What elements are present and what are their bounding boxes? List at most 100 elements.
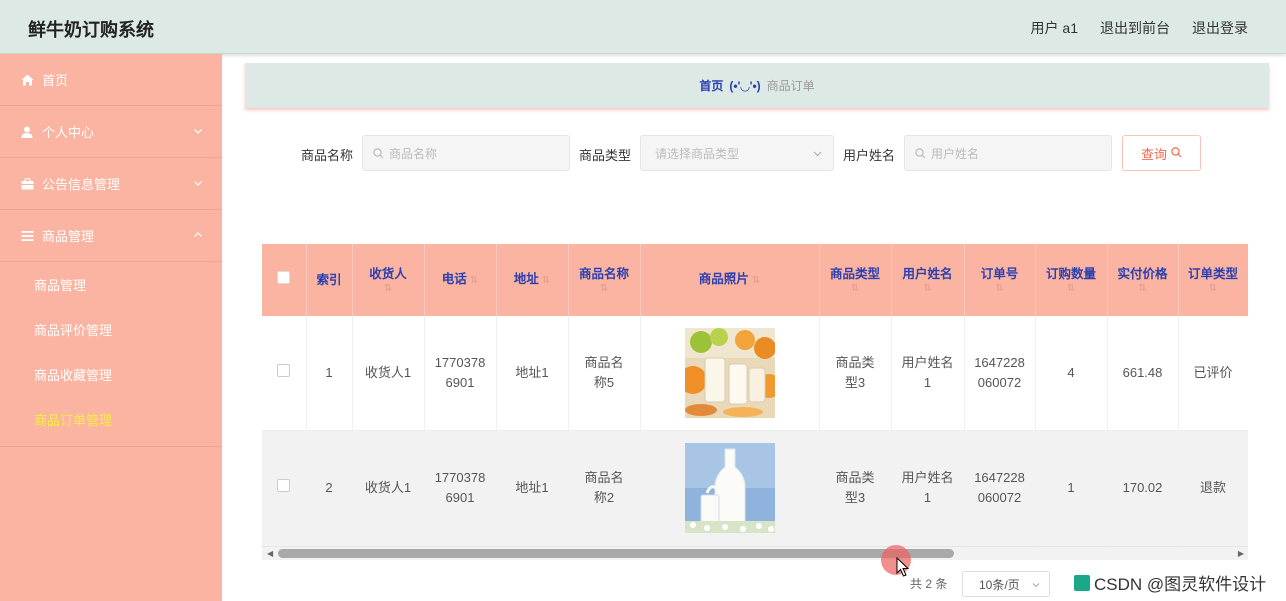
sidebar-item-label: 个人中心: [42, 125, 95, 140]
sort-icon[interactable]: ⇅: [470, 275, 478, 286]
cell-address: 地址1: [496, 430, 569, 546]
chevron-down-icon: [1031, 579, 1041, 593]
column-header-order-no[interactable]: 订单号 ⇅: [964, 244, 1036, 316]
mouse-cursor-icon: [896, 557, 910, 577]
sort-icon[interactable]: ⇅: [965, 283, 1035, 295]
cell-user-name: 用户姓名1: [891, 316, 965, 431]
sort-icon[interactable]: ⇅: [542, 275, 550, 286]
logout-link[interactable]: 退出登录: [1192, 18, 1248, 38]
row-checkbox[interactable]: [277, 363, 291, 377]
cell-address: 地址1: [496, 316, 569, 431]
column-header-product-type[interactable]: 商品类型 ⇅: [819, 244, 892, 316]
row-checkbox[interactable]: [277, 479, 291, 493]
breadcrumb: 首页 (•'◡'•) 商品订单: [245, 63, 1269, 108]
sidebar-subitem-product-manage[interactable]: 商品管理: [0, 262, 222, 307]
select-all-cell[interactable]: [262, 244, 307, 316]
column-header-quantity[interactable]: 订购数量 ⇅: [1035, 244, 1108, 316]
sort-icon[interactable]: ⇅: [1036, 283, 1107, 295]
sidebar-divider: [0, 446, 222, 447]
scroll-left-arrow-icon[interactable]: ◀: [267, 549, 273, 558]
watermark-text: CSDN @图灵软件设计: [1094, 575, 1267, 594]
query-button[interactable]: 查询: [1122, 135, 1201, 171]
cell-phone: 17703786901: [424, 430, 497, 546]
sidebar-item-home[interactable]: 首页: [0, 54, 222, 106]
scrollbar-thumb[interactable]: [278, 549, 954, 558]
sidebar-item-announcements[interactable]: 公告信息管理: [0, 158, 222, 210]
sidebar-subitem-product-orders[interactable]: 商品订单管理: [0, 397, 222, 442]
chevron-down-icon: [812, 148, 823, 162]
chevron-up-icon: [192, 229, 204, 241]
sort-icon[interactable]: ⇅: [892, 283, 964, 295]
column-header-user-name[interactable]: 用户姓名 ⇅: [891, 244, 965, 316]
column-header-receiver[interactable]: 收货人 ⇅: [352, 244, 425, 316]
cell-order-status: 退款: [1178, 430, 1248, 546]
user-name-input[interactable]: 用户姓名: [904, 135, 1112, 171]
sort-icon[interactable]: ⇅: [1108, 283, 1178, 295]
product-name-label: 商品名称: [301, 148, 354, 163]
sort-icon[interactable]: ⇅: [1179, 283, 1248, 295]
cell-product-name: 商品名称5: [568, 316, 641, 431]
scroll-right-arrow-icon[interactable]: ▶: [1238, 549, 1244, 558]
sort-icon[interactable]: ⇅: [569, 283, 640, 295]
column-header-price[interactable]: 实付价格 ⇅: [1107, 244, 1179, 316]
cell-price: 661.48: [1107, 316, 1179, 431]
cell-receiver: 收货人1: [352, 316, 425, 431]
column-header-order-status[interactable]: 订单类型 ⇅: [1178, 244, 1248, 316]
current-user: 用户 a1: [1030, 20, 1078, 36]
column-header-address[interactable]: 地址 ⇅: [496, 244, 569, 316]
sidebar: 首页 个人中心 公告信息管理 商品管理 商品管理 商品评价管理 商品收藏管理 商…: [0, 54, 222, 601]
sort-icon[interactable]: ⇅: [752, 275, 760, 286]
user-name-placeholder: 用户姓名: [931, 146, 980, 161]
product-type-label: 商品类型: [579, 148, 632, 163]
cell-product-photo: [640, 316, 820, 431]
sort-icon[interactable]: ⇅: [353, 283, 424, 295]
query-button-label: 查询: [1140, 146, 1167, 162]
sidebar-subitem-product-reviews[interactable]: 商品评价管理: [0, 307, 222, 352]
watermark: CSDN @图灵软件设计: [1070, 568, 1271, 597]
sidebar-subitem-product-favorites[interactable]: 商品收藏管理: [0, 352, 222, 397]
product-photo-milk-bottle[interactable]: [684, 443, 775, 534]
sidebar-item-products[interactable]: 商品管理: [0, 210, 222, 262]
cell-quantity: 1: [1035, 430, 1108, 546]
briefcase-icon: [20, 177, 34, 191]
chevron-down-icon: [192, 125, 204, 137]
cell-product-name: 商品名称2: [568, 430, 641, 546]
breadcrumb-home-link[interactable]: 首页: [699, 77, 723, 94]
product-photo-milk-fruit[interactable]: [684, 327, 775, 418]
column-header-product-name[interactable]: 商品名称 ⇅: [568, 244, 641, 316]
column-header-product-photo[interactable]: 商品照片 ⇅: [640, 244, 820, 316]
table-row[interactable]: 1 收货人1 17703786901 地址1 商品名称5 商品类型3 用户姓名1…: [262, 316, 1248, 431]
sidebar-item-label: 首页: [42, 73, 69, 88]
cell-index: 2: [306, 430, 353, 546]
cell-order-no: 1647228060072: [964, 316, 1036, 431]
cell-product-type: 商品类型3: [819, 430, 892, 546]
list-icon: [20, 229, 34, 243]
page-size-value: 10条/页: [979, 577, 1020, 592]
page-size-select[interactable]: 10条/页: [962, 571, 1050, 597]
sidebar-item-label: 商品管理: [42, 229, 95, 244]
row-select-cell[interactable]: [262, 430, 307, 546]
column-header-phone[interactable]: 电话 ⇅: [424, 244, 497, 316]
table-horizontal-scrollbar[interactable]: ◀ ▶: [262, 546, 1248, 560]
sort-icon[interactable]: ⇅: [820, 283, 891, 295]
row-select-cell[interactable]: [262, 316, 307, 431]
breadcrumb-current: 商品订单: [766, 79, 815, 93]
product-name-input[interactable]: 商品名称: [362, 135, 570, 171]
cell-product-type: 商品类型3: [819, 316, 892, 431]
table-row[interactable]: 2 收货人1 17703786901 地址1 商品名称2 商品类型3 用户姓名1…: [262, 430, 1248, 546]
user-name-label: 用户姓名: [843, 148, 896, 163]
top-header: 鲜牛奶订购系统 用户 a1 退出到前台 退出登录: [0, 0, 1286, 54]
cell-index: 1: [306, 316, 353, 431]
chevron-down-icon: [192, 177, 204, 189]
product-name-placeholder: 商品名称: [389, 146, 438, 161]
select-all-checkbox[interactable]: [277, 271, 291, 284]
cell-order-no: 1647228060072: [964, 430, 1036, 546]
back-to-front-link[interactable]: 退出到前台: [1100, 18, 1170, 38]
sidebar-item-profile[interactable]: 个人中心: [0, 106, 222, 158]
product-type-placeholder: 请选择商品类型: [655, 146, 740, 161]
cell-order-status: 已评价: [1178, 316, 1248, 431]
product-type-select[interactable]: 请选择商品类型: [640, 135, 834, 171]
pagination-total: 共 2 条: [910, 577, 948, 591]
table-header-row: 索引 收货人 ⇅ 电话 ⇅ 地址 ⇅ 商品名称 ⇅ 商品照片 ⇅ 商品类型 ⇅ 用户姓名 ⇅ …: [262, 244, 1248, 316]
search-icon: [373, 147, 384, 159]
